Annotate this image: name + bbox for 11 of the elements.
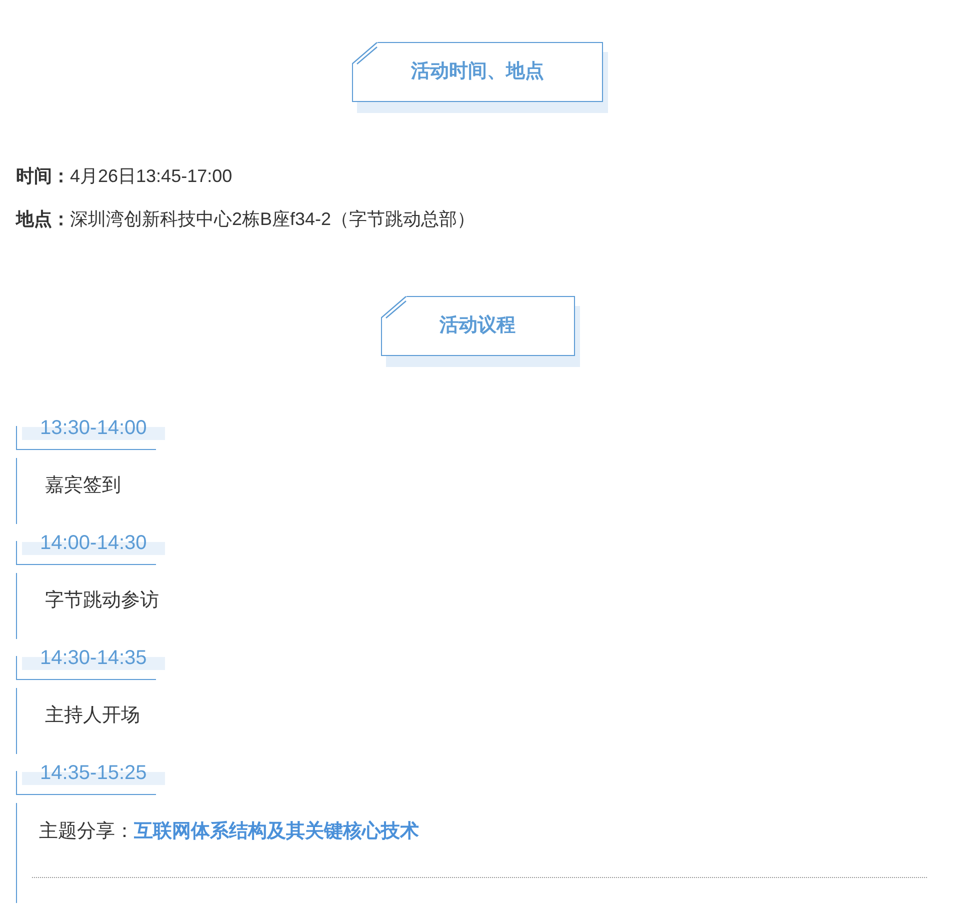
- field-value: 4月26日13:45-17:00: [70, 165, 232, 188]
- talk-title: 互联网体系结构及其关键核心技术: [134, 820, 419, 844]
- field-label: 地点：: [16, 208, 70, 231]
- section-heading: 活动议程: [440, 314, 516, 338]
- talk-label: 主题分享：: [39, 820, 134, 844]
- agenda-text: 嘉宾签到: [45, 475, 121, 496]
- agenda-text: 主持人开场: [45, 705, 140, 726]
- field-value: 深圳湾创新科技中心2栋B座f34-2（字节跳动总部）: [70, 208, 476, 231]
- agenda-text: 字节跳动参访: [45, 590, 159, 611]
- field-label: 时间：: [16, 165, 70, 188]
- section-heading: 活动时间、地点: [411, 60, 544, 84]
